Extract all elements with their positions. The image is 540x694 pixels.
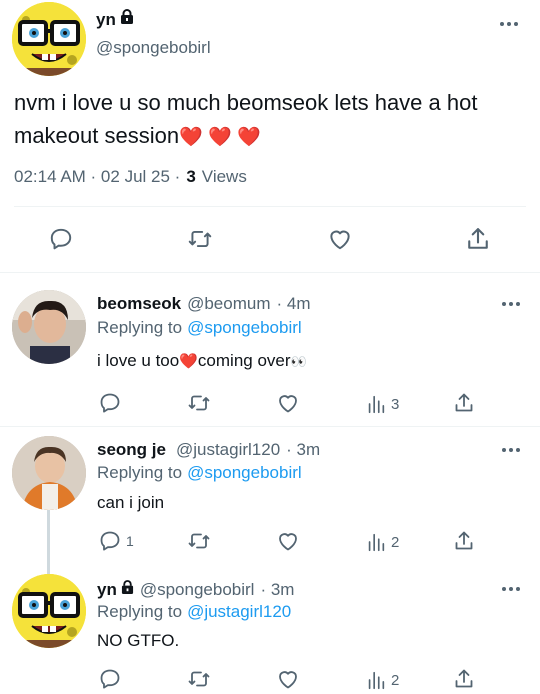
view-count: 2 — [391, 533, 400, 551]
timestamp[interactable]: · 3m — [260, 580, 294, 600]
avatar[interactable] — [12, 574, 86, 648]
replying-to-link[interactable]: @justagirl120 — [187, 602, 291, 622]
reply-icon — [100, 531, 120, 551]
retweet-button[interactable] — [186, 667, 212, 691]
share-button[interactable] — [452, 528, 476, 554]
retweet-icon — [188, 671, 210, 687]
reply-text: i love u too❤️coming over👀 — [97, 351, 307, 371]
more-icon[interactable] — [500, 22, 518, 26]
views-icon — [368, 671, 385, 690]
display-name[interactable]: yn — [96, 10, 116, 30]
replying-to-link[interactable]: @spongebobirl — [187, 318, 302, 338]
replying-label: Replying to — [97, 318, 183, 337]
more-icon[interactable] — [502, 302, 520, 306]
retweet-icon — [188, 533, 210, 549]
reply-icon — [50, 228, 72, 250]
views-label: Views — [201, 167, 247, 186]
hearts-emoji: ❤️ ❤️ ❤️ — [179, 127, 261, 148]
heart-icon — [279, 533, 297, 551]
replying-label: Replying to — [97, 463, 183, 482]
share-icon — [468, 228, 488, 249]
author-line: seong je @justagirl120 · 3m — [97, 440, 320, 460]
like-button[interactable] — [326, 226, 354, 252]
heart-icon — [279, 395, 297, 413]
timestamp[interactable]: 02:14 AM · 02 Jul 25 · — [14, 167, 180, 187]
views-icon — [368, 395, 385, 414]
view-count: 3 — [391, 395, 400, 413]
display-name[interactable]: beomseok — [97, 294, 181, 314]
spongebob-avatar-icon — [12, 574, 86, 648]
replying-to: Replying to @spongebobirl — [97, 463, 302, 483]
author-line: yn — [96, 9, 134, 30]
retweet-button[interactable] — [186, 226, 214, 252]
replying-to: Replying to @spongebobirl — [97, 318, 302, 338]
reply-button[interactable] — [98, 391, 122, 415]
replying-label: Replying to — [97, 602, 183, 621]
retweet-button[interactable] — [186, 391, 212, 415]
handle[interactable]: @beomum — [187, 294, 270, 314]
reply-button[interactable] — [48, 226, 74, 252]
avatar[interactable] — [12, 436, 86, 510]
author-line: yn @spongebobirl · 3m — [97, 580, 294, 600]
replying-to: Replying to @justagirl120 — [97, 602, 291, 622]
like-button[interactable] — [275, 529, 301, 553]
author-line: beomseok @beomum · 4m — [97, 294, 311, 314]
person-avatar-icon — [12, 436, 86, 510]
handle[interactable]: @justagirl120 — [176, 440, 280, 460]
lock-icon — [121, 580, 134, 600]
eyes-emoji: 👀 — [290, 354, 307, 369]
views-icon — [368, 533, 385, 552]
share-button[interactable] — [452, 390, 476, 416]
lock-icon — [120, 9, 134, 30]
reply-count: 1 — [126, 533, 134, 549]
reply-icon — [100, 393, 120, 413]
display-name[interactable]: yn — [97, 580, 117, 600]
like-button[interactable] — [275, 667, 301, 691]
heart-icon — [330, 230, 350, 250]
share-icon — [455, 531, 473, 550]
timestamp[interactable]: · 4m — [277, 294, 311, 314]
replying-to-link[interactable]: @spongebobirl — [187, 463, 302, 483]
retweet-icon — [188, 230, 212, 248]
tweet-text: nvm i love u so much beomseok lets have … — [14, 86, 524, 154]
avatar[interactable] — [12, 290, 86, 364]
views-count: 3 — [186, 167, 196, 186]
thread-line — [47, 510, 50, 574]
reply-text: NO GTFO. — [97, 631, 180, 650]
reply-icon — [100, 669, 120, 689]
reply-text-part: coming over — [197, 351, 291, 370]
views-button[interactable]: 2 — [365, 531, 399, 553]
more-icon[interactable] — [502, 587, 520, 591]
display-name[interactable]: seong je — [97, 440, 166, 460]
share-button[interactable] — [452, 666, 476, 692]
avatar[interactable] — [12, 2, 86, 76]
handle[interactable]: @spongebobirl — [140, 580, 255, 600]
reply-button[interactable]: 1 — [98, 529, 134, 553]
share-button[interactable] — [464, 225, 492, 253]
spongebob-avatar-icon — [12, 2, 86, 76]
more-icon[interactable] — [502, 448, 520, 452]
reply-text-part: i love u too — [97, 351, 180, 370]
heart-emoji: ❤️ — [179, 353, 198, 370]
share-icon — [455, 669, 473, 688]
heart-icon — [279, 671, 297, 689]
retweet-button[interactable] — [186, 529, 212, 553]
view-count: 2 — [391, 671, 400, 689]
views-button[interactable]: 3 — [365, 393, 399, 415]
share-icon — [455, 393, 473, 412]
reply-button[interactable] — [98, 667, 122, 691]
reply-text: can i join — [97, 493, 165, 512]
retweet-icon — [188, 395, 210, 411]
timestamp[interactable]: · 3m — [286, 440, 320, 460]
views-button[interactable]: 2 — [365, 669, 399, 691]
handle[interactable]: @spongebobirl — [96, 38, 211, 58]
person-avatar-icon — [12, 290, 86, 364]
like-button[interactable] — [275, 391, 301, 415]
tweet-meta: 02:14 AM · 02 Jul 25 · 3 Views — [14, 167, 247, 187]
